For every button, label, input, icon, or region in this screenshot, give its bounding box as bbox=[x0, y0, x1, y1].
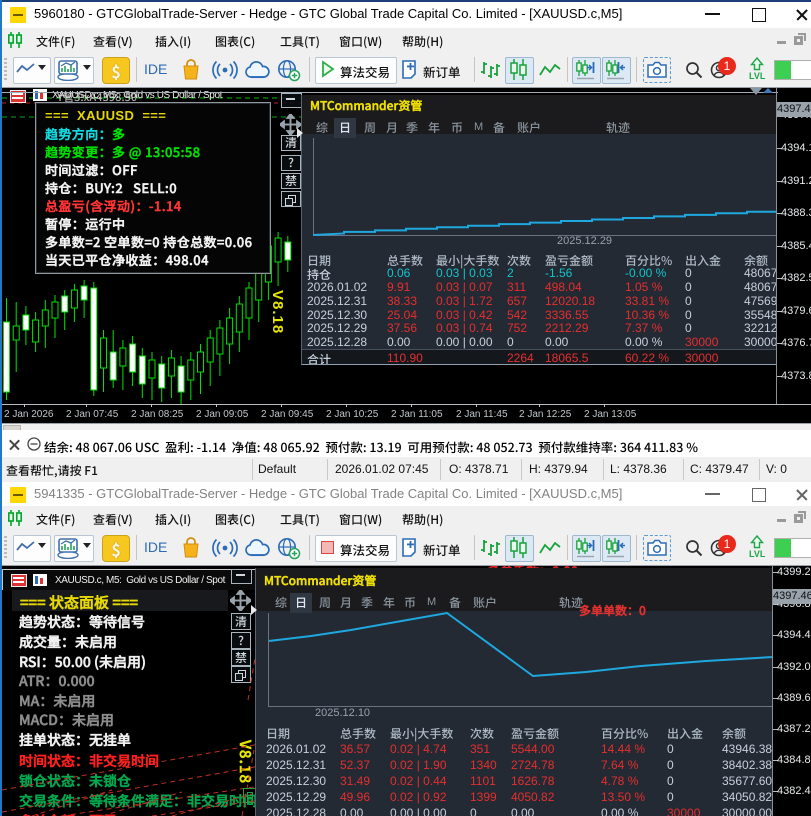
svg-text:LVL: LVL bbox=[749, 71, 766, 81]
svg-text:LVL: LVL bbox=[749, 549, 766, 559]
